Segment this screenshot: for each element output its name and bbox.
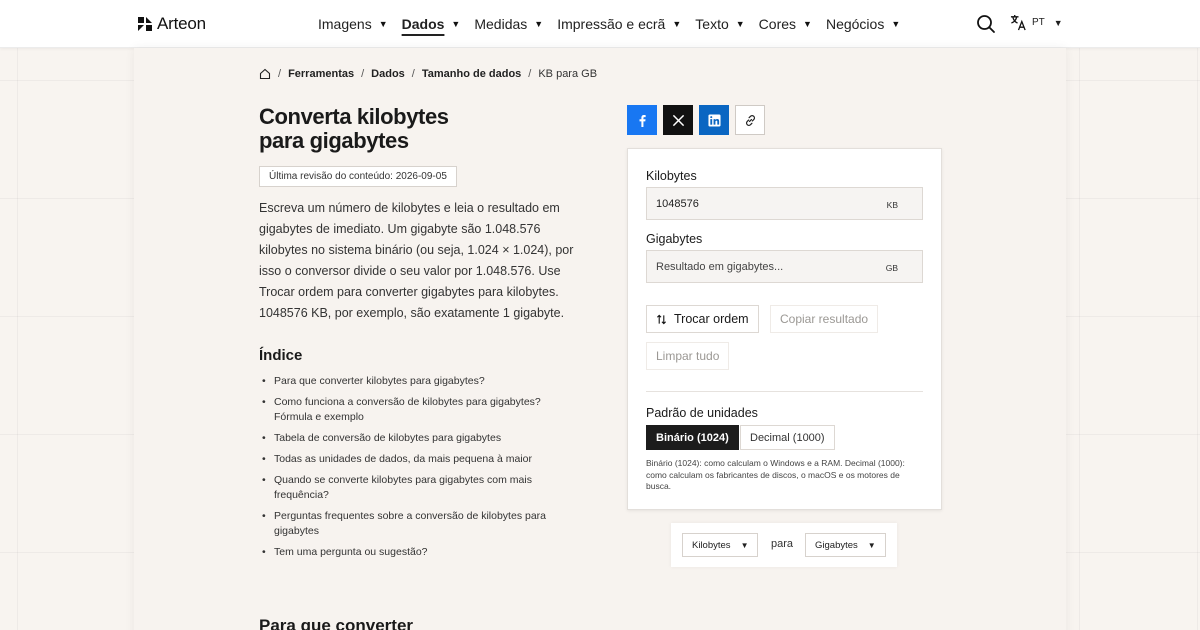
- logo[interactable]: Arteon: [137, 14, 206, 34]
- kilobytes-field: KB: [646, 187, 923, 220]
- swap-order-label: Trocar ordem: [674, 312, 749, 326]
- nav-label: Texto: [695, 16, 729, 32]
- language-code: PT: [1032, 17, 1045, 28]
- unit-standard-label: Padrão de unidades: [646, 406, 758, 420]
- nav-label: Negócios: [825, 16, 885, 32]
- toc-item[interactable]: Para que converter kilobytes para gigaby…: [259, 374, 559, 389]
- chevron-down-icon: ▼: [534, 19, 544, 29]
- toc-title: Índice: [259, 347, 303, 364]
- chevron-down-icon: ▼: [378, 19, 388, 29]
- main-content: / Ferramentas / Dados / Tamanho de dados…: [134, 48, 1066, 630]
- to-word: para: [771, 538, 794, 550]
- nav-label: Cores: [758, 16, 797, 32]
- input-label: Kilobytes: [646, 169, 697, 183]
- breadcrumb-dados[interactable]: Dados: [371, 68, 405, 80]
- section-title: Para que converter: [259, 616, 414, 630]
- chevron-down-icon: ▼: [740, 540, 749, 550]
- chevron-down-icon: ▼: [672, 19, 682, 29]
- breadcrumb-ferramentas[interactable]: Ferramentas: [288, 68, 354, 80]
- output-label: Gigabytes: [646, 232, 703, 246]
- facebook-icon: [639, 114, 646, 127]
- toc-item[interactable]: Tem uma pergunta ou sugestão?: [259, 545, 559, 560]
- toc-item[interactable]: Perguntas frequentes sobre a conversão d…: [259, 509, 559, 539]
- swap-order-button[interactable]: Trocar ordem: [646, 305, 759, 333]
- binary-standard-button[interactable]: Binário (1024): [646, 425, 739, 450]
- facebook-share-button[interactable]: [627, 105, 657, 135]
- chevron-down-icon: ▼: [451, 19, 461, 29]
- breadcrumb-tamanho-de-dados[interactable]: Tamanho de dados: [422, 68, 521, 80]
- nav-item-negocios[interactable]: Negócios ▼: [826, 0, 900, 48]
- chevron-down-icon: ▼: [803, 19, 812, 29]
- linkedin-icon: [707, 113, 721, 127]
- chevron-down-icon: ▼: [891, 19, 901, 29]
- site-header: Arteon Imagens ▼ Dados ▼ Medidas ▼ Impre…: [0, 0, 1200, 48]
- x-share-button[interactable]: [663, 105, 693, 135]
- to-unit-value: Gigabytes: [815, 539, 858, 551]
- translate-icon: [1010, 14, 1026, 31]
- breadcrumb-separator: /: [528, 68, 532, 80]
- language-selector[interactable]: PT ▼: [1010, 14, 1063, 31]
- unit-standard-note: Binário (1024): como calculam o Windows …: [646, 458, 905, 491]
- nav-label: Imagens: [318, 16, 372, 32]
- nav-label: Impressão e ecrã: [557, 16, 666, 32]
- nav-label: Dados: [401, 16, 445, 32]
- intro-paragraph: Escreva um número de kilobytes e leia o …: [259, 201, 574, 320]
- x-icon: [672, 114, 684, 126]
- toc-item[interactable]: Tabela de conversão de kilobytes para gi…: [259, 431, 559, 446]
- page-title-line1: Converta kilobytes: [259, 104, 449, 129]
- revision-badge: Última revisão do conteúdo: 2026-09-05: [259, 166, 457, 187]
- page-title: Converta kilobytes para gigabytes: [259, 105, 519, 153]
- toc-item[interactable]: Como funciona a conversão de kilobytes p…: [259, 395, 559, 425]
- link-icon: [745, 114, 755, 126]
- chevron-down-icon: ▼: [867, 540, 876, 550]
- home-icon[interactable]: [259, 68, 271, 80]
- from-unit-value: Kilobytes: [692, 539, 731, 551]
- logo-text: Arteon: [157, 14, 206, 33]
- share-bar: [627, 105, 771, 135]
- nav-label: Medidas: [474, 16, 528, 32]
- breadcrumb-current: KB para GB: [538, 68, 598, 80]
- converter-panel: Kilobytes KB Gigabytes GB Trocar ordem C…: [627, 148, 942, 510]
- nav-item-cores[interactable]: Cores ▼: [759, 0, 812, 48]
- kilobytes-input[interactable]: [647, 188, 877, 219]
- copy-link-button[interactable]: [735, 105, 765, 135]
- divider: [646, 391, 923, 392]
- to-unit-select[interactable]: Gigabytes ▼: [805, 533, 886, 557]
- nav-item-impressao-e-ecra[interactable]: Impressão e ecrã ▼: [557, 0, 681, 48]
- decimal-standard-button[interactable]: Decimal (1000): [740, 425, 835, 450]
- nav-item-dados[interactable]: Dados ▼: [402, 0, 461, 48]
- nav-item-medidas[interactable]: Medidas ▼: [474, 0, 543, 48]
- main-nav: Imagens ▼ Dados ▼ Medidas ▼ Impressão e …: [318, 0, 914, 48]
- nav-item-imagens[interactable]: Imagens ▼: [318, 0, 388, 48]
- clear-all-button[interactable]: Limpar tudo: [646, 342, 730, 370]
- arteon-logo-icon: [138, 17, 152, 31]
- chevron-down-icon: ▼: [735, 19, 745, 29]
- output-unit: GB: [885, 263, 898, 273]
- breadcrumb-separator: /: [278, 68, 282, 80]
- input-unit: KB: [886, 200, 898, 210]
- chevron-down-icon: ▼: [1053, 17, 1063, 28]
- breadcrumb-separator: /: [361, 68, 365, 80]
- copy-result-button[interactable]: Copiar resultado: [770, 305, 879, 333]
- from-unit-select[interactable]: Kilobytes ▼: [682, 533, 759, 557]
- nav-item-texto[interactable]: Texto ▼: [695, 0, 744, 48]
- table-of-contents: Para que converter kilobytes para gigaby…: [259, 374, 559, 566]
- search-icon[interactable]: [976, 14, 996, 34]
- unit-pair-selector: Kilobytes ▼ para Gigabytes ▼: [671, 523, 897, 567]
- swap-arrows-icon: [656, 314, 667, 324]
- breadcrumb-separator: /: [411, 68, 415, 80]
- breadcrumb: / Ferramentas / Dados / Tamanho de dados…: [259, 68, 597, 80]
- toc-item[interactable]: Todas as unidades de dados, da mais pequ…: [259, 452, 559, 467]
- gigabytes-field: GB: [646, 250, 923, 283]
- gigabytes-output[interactable]: [647, 251, 877, 282]
- page-title-line2: para gigabytes: [259, 128, 409, 153]
- linkedin-share-button[interactable]: [699, 105, 729, 135]
- toc-item[interactable]: Quando se converte kilobytes para gigaby…: [259, 473, 559, 503]
